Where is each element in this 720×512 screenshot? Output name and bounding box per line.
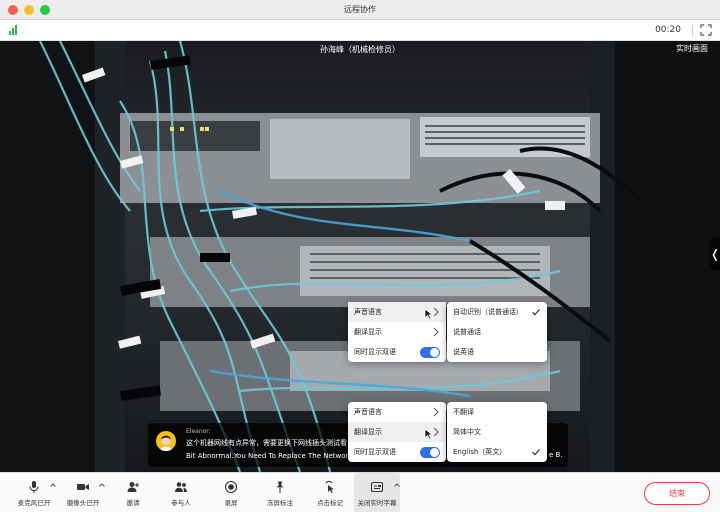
captions-icon [370,481,384,492]
submenu-item-label: English（英文） [453,448,507,456]
chevron-right-icon [433,407,439,417]
chevron-left-icon: ❬ [709,247,720,261]
call-timer: 00:20 [655,25,681,35]
submenu-item-label: 说英语 [453,348,474,356]
submenu-item-no-translation[interactable]: 不翻译 [447,402,547,422]
submenu-item-english[interactable]: English（英文） [447,442,547,462]
minimize-window-button[interactable] [24,5,34,15]
freeze-label: 冻屏标注 [267,498,293,507]
submenu-item-auto-detect[interactable]: 自动识别（说普通话） [447,302,547,322]
menu-item-label: 同时显示双语 [354,448,396,456]
window-controls [8,5,50,15]
bilingual-toggle[interactable] [420,347,440,358]
invite-button[interactable]: 邀请 [118,473,148,512]
camera-button[interactable]: 摄像头已开 [63,473,103,512]
maximize-window-button[interactable] [40,5,50,15]
click-mark-button[interactable]: 点击标记 [313,473,347,512]
participants-button[interactable]: 参与人 [166,473,196,512]
call-info-bar: 00:20 [0,20,720,41]
close-window-button[interactable] [8,5,18,15]
caption-english-overflow: e B. [549,451,563,459]
call-toolbar: 麦克风已开 摄像头已开 邀请 参与人 录屏 冻屏标注 点击标记 关闭实时字幕 结… [0,472,720,512]
mic-button[interactable]: 麦克风已开 [14,473,54,512]
menu-item-label: 声音语言 [354,408,382,416]
checkmark-icon [532,449,540,456]
bilingual-toggle[interactable] [420,447,440,458]
divider [692,25,693,36]
caption-speaker: Eleanor: [186,428,211,435]
submenu-item-label: 简体中文 [453,428,481,436]
submenu-item-mandarin[interactable]: 说普通话 [447,322,547,342]
menu-item-label: 翻译显示 [354,328,382,336]
speaker-avatar [156,431,176,451]
menu-item-label: 声音语言 [354,308,382,316]
captions-label: 关闭实时字幕 [357,498,397,507]
chevron-up-icon[interactable] [393,481,401,489]
signal-strength-icon [9,25,17,35]
invite-label: 邀请 [126,498,140,507]
menu-item-label: 翻译显示 [354,428,382,436]
pushpin-icon [276,481,284,493]
freeze-annotate-button[interactable]: 冻屏标注 [262,473,298,512]
video-camera-icon [77,483,89,490]
live-view-label: 实时画面 [676,44,708,53]
submenu-item-label: 自动识别（说普通话） [453,308,523,316]
chevron-right-icon [433,327,439,337]
fullscreen-icon[interactable] [700,24,712,36]
submenu-item-label: 说普通话 [453,328,481,336]
menu-item-voice-language[interactable]: 声音语言 [348,402,446,422]
side-panel-toggle[interactable]: ❬ [710,237,720,271]
people-icon [175,481,187,492]
avatar-portrait-icon [160,435,172,451]
mouse-pointer-icon [424,428,434,440]
chevron-up-icon[interactable] [98,481,106,489]
participants-label: 参与人 [171,498,191,507]
record-label: 录屏 [224,498,238,507]
captions-button[interactable]: 关闭实时字幕 [354,473,400,512]
camera-label: 摄像头已开 [66,498,100,507]
add-person-icon [127,481,139,492]
menu-item-translation-display[interactable]: 翻译显示 [348,322,446,342]
menu-item-bilingual[interactable]: 同时显示双语 [348,442,446,462]
submenu-item-simplified-chinese[interactable]: 简体中文 [447,422,547,442]
record-icon [224,480,238,493]
record-button[interactable]: 录屏 [217,473,245,512]
submenu-item-label: 不翻译 [453,408,474,416]
translation-display-submenu: 不翻译 简体中文 English（英文） [447,402,547,462]
menu-item-bilingual[interactable]: 同时显示双语 [348,342,446,362]
caption-english: Bit Abnormal.You Need To Replace The Net… [186,452,353,460]
click-mark-label: 点击标记 [317,498,343,507]
mic-label: 麦克风已开 [17,498,51,507]
chevron-up-icon[interactable] [49,481,57,489]
mouse-pointer-icon [424,308,434,320]
end-call-button[interactable]: 结束 [644,482,710,505]
submenu-item-english[interactable]: 说英语 [447,342,547,362]
menu-item-label: 同时显示双语 [354,348,396,356]
remote-video-feed: 孙海峰（机械检修员） 实时画面 ❬ Eleanor: 这个机器网线有点异常，需要… [0,41,720,472]
checkmark-icon [532,309,540,316]
window-title: 远程协作 [344,5,376,14]
window-title-bar: 远程协作 [0,0,720,20]
voice-language-submenu: 自动识别（说普通话） 说普通话 说英语 [447,302,547,362]
caption-chinese: 这个机器网线有点异常，需要更换下网线插头测试看 [186,439,347,447]
caller-name: 孙海峰（机械检修员） [320,45,400,54]
tap-cursor-icon [325,480,334,493]
microphone-icon [29,480,39,493]
